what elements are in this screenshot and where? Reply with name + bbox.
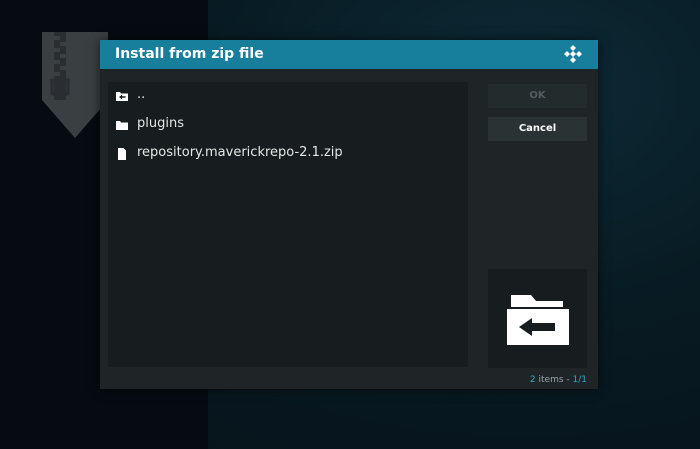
ok-button[interactable]: OK bbox=[488, 84, 587, 108]
file-list: .. plugins repository.maverickrepo-2.1.z… bbox=[108, 82, 468, 367]
dialog-title: Install from zip file bbox=[115, 46, 264, 62]
list-item-parent[interactable]: .. bbox=[108, 82, 468, 110]
list-item-label: repository.maverickrepo-2.1.zip bbox=[137, 145, 343, 160]
list-item-label: .. bbox=[137, 87, 146, 102]
kodi-logo-icon bbox=[564, 45, 582, 63]
kodi-screen: { "dialog": { "title": "Install from zip… bbox=[0, 0, 700, 449]
item-count-footer: 2 items - 1/1 bbox=[530, 375, 587, 385]
file-icon bbox=[118, 148, 126, 160]
parent-folder-icon bbox=[116, 92, 128, 101]
install-zip-dialog: Install from zip file .. plugins reposit… bbox=[100, 40, 598, 389]
list-item-label: plugins bbox=[137, 116, 184, 131]
thumbnail-panel bbox=[488, 269, 587, 368]
dialog-header: Install from zip file bbox=[100, 40, 598, 69]
folder-back-arrow-icon bbox=[507, 295, 569, 345]
list-item-zip-file[interactable]: repository.maverickrepo-2.1.zip bbox=[108, 140, 468, 168]
list-item-plugins[interactable]: plugins bbox=[108, 111, 468, 139]
cancel-button[interactable]: Cancel bbox=[488, 117, 587, 141]
folder-icon bbox=[116, 121, 128, 130]
page-indicator: 1/1 bbox=[572, 375, 587, 385]
items-label: items - bbox=[535, 375, 573, 385]
